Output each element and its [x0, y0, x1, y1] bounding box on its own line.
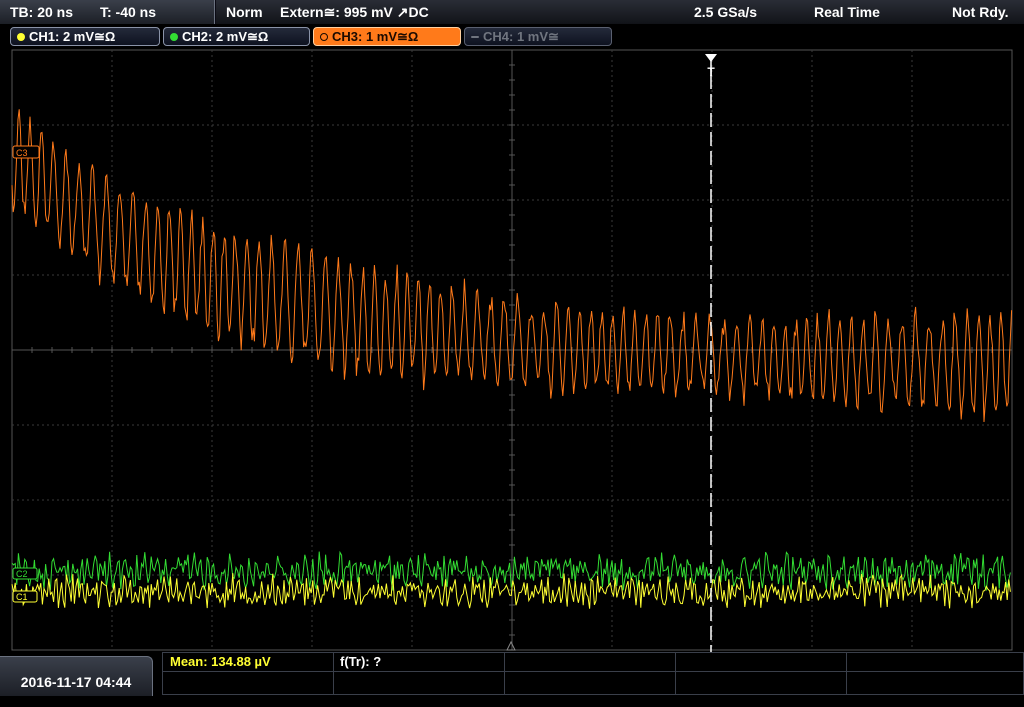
trigger-status-area[interactable]: Norm Extern≅: 995 mV ↗DC 2.5 GSa/s Real …	[216, 0, 1024, 24]
ch1-marker-label: C1	[16, 592, 28, 602]
ch2-marker[interactable]: C2	[12, 567, 38, 580]
channel-3-indicator-icon	[320, 32, 328, 41]
acquisition-mode-label: Real Time	[814, 4, 880, 20]
channel-2-indicator-icon	[170, 32, 178, 41]
channel-2-label: CH2: 2 mV≅Ω	[182, 29, 269, 44]
ch3-marker[interactable]: C3	[12, 145, 40, 159]
top-status-bar: TB: 20 ns T: -40 ns Norm Extern≅: 995 mV…	[0, 0, 1024, 24]
sample-rate-label: 2.5 GSa/s	[694, 4, 758, 20]
channel-4-label: CH4: 1 mV≅	[483, 29, 559, 44]
measurement-cell-3[interactable]	[504, 652, 676, 672]
channel-bar: CH1: 2 mV≅Ω CH2: 2 mV≅Ω CH3: 1 mV≅Ω CH4:…	[0, 24, 1024, 48]
datetime-label: 2016-11-17 04:44	[20, 674, 132, 690]
channel-1-label: CH1: 2 mV≅Ω	[29, 29, 116, 44]
trigger-mode-label: Norm	[226, 4, 263, 20]
measurement-cell-5[interactable]	[846, 652, 1024, 672]
measurement-panel[interactable]	[162, 652, 1024, 695]
measurement-cell-7[interactable]	[333, 671, 505, 695]
trigger-time-label: T: -40 ns	[100, 4, 157, 20]
channel-4-tab[interactable]: CH4: 1 mV≅	[464, 27, 612, 46]
measurement-cell-10[interactable]	[846, 671, 1024, 695]
acquisition-status-label: Not Rdy.	[952, 4, 1009, 20]
timebase-box[interactable]: TB: 20 ns T: -40 ns	[0, 0, 215, 24]
timebase-label: TB: 20 ns	[10, 4, 74, 20]
waveform-svg: T C3 C2 C1	[11, 49, 1013, 652]
frequency-measurement: f(Tr): ?	[340, 654, 382, 669]
ch3-marker-label: C3	[16, 148, 28, 158]
channel-1-indicator-icon	[17, 32, 25, 41]
trigger-source-label: Extern≅: 995 mV ↗DC	[280, 4, 429, 20]
channel-3-label: CH3: 1 mV≅Ω	[332, 29, 419, 44]
ch1-marker[interactable]: C1	[12, 590, 38, 603]
channel-4-indicator-icon	[471, 35, 479, 38]
channel-3-tab[interactable]: CH3: 1 mV≅Ω	[313, 27, 461, 46]
measurement-cell-8[interactable]	[504, 671, 676, 695]
ch2-marker-label: C2	[16, 569, 28, 579]
waveform-display[interactable]: T C3 C2 C1	[0, 48, 1024, 652]
trigger-marker-label: T	[707, 65, 715, 79]
measurement-cell-9[interactable]	[675, 671, 847, 695]
channel-2-tab[interactable]: CH2: 2 mV≅Ω	[163, 27, 310, 46]
datetime-box[interactable]: 2016-11-17 04:44	[0, 656, 153, 696]
mean-measurement: Mean: 134.88 µV	[170, 654, 271, 669]
measurement-cell-6[interactable]	[162, 671, 334, 695]
measurement-cell-4[interactable]	[675, 652, 847, 672]
channel-1-tab[interactable]: CH1: 2 mV≅Ω	[10, 27, 160, 46]
